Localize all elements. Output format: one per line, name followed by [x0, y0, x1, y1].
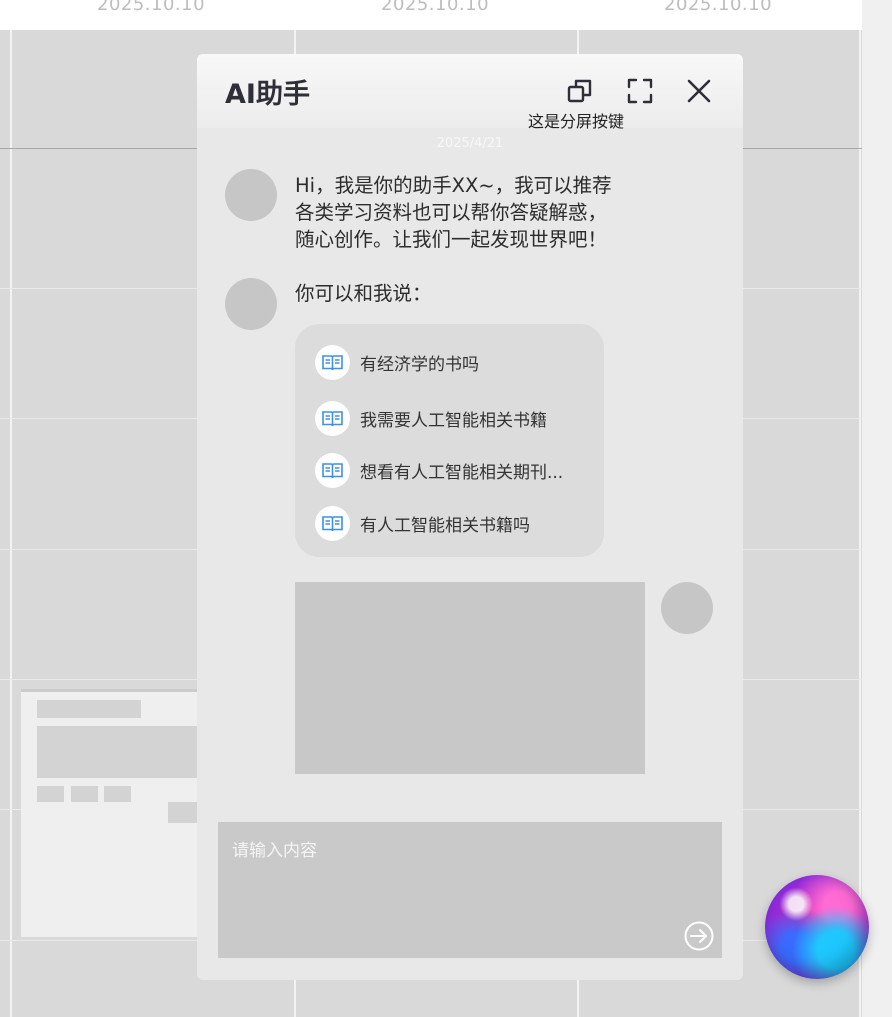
fullscreen-button[interactable]: [625, 76, 655, 106]
book-icon: [315, 344, 350, 380]
placeholder-chip: [104, 786, 131, 802]
background-header: 2025.10.10 2025.10.10 2025.10.10: [0, 0, 862, 30]
close-button[interactable]: [684, 76, 714, 106]
background-grid-line: [859, 30, 861, 1017]
placeholder-chip: [37, 786, 64, 802]
book-icon: [315, 400, 350, 436]
placeholder-bar: [37, 700, 141, 718]
placeholder-block: [37, 726, 201, 778]
placeholder-chip: [71, 786, 98, 802]
suggestion-item[interactable]: 有人工智能相关书籍吗: [315, 505, 530, 541]
background-grid-line: [10, 30, 12, 1017]
split-screen-tooltip: 这是分屏按键: [528, 112, 625, 131]
background-card: [21, 689, 201, 937]
assistant-avatar: [225, 278, 277, 330]
suggestion-item[interactable]: 有经济学的书吗: [315, 344, 479, 380]
book-icon: [315, 505, 350, 541]
background-date: 2025.10.10: [97, 0, 206, 15]
greeting-line: 随心创作。让我们一起发现世界吧！: [295, 228, 608, 251]
send-arrow-icon: [684, 921, 714, 951]
panel-title: AI助手: [225, 79, 310, 110]
background-date: 2025.10.10: [664, 0, 773, 15]
suggestion-label: 有经济学的书吗: [360, 354, 479, 375]
greeting-line: Hi，我是你的助手XX~，我可以推荐: [295, 174, 612, 197]
background-scroll-strip: [862, 0, 892, 1017]
suggestion-label: 我需要人工智能相关书籍: [360, 410, 547, 431]
background-date: 2025.10.10: [381, 0, 490, 15]
prompt-intro: 你可以和我说：: [295, 282, 432, 305]
split-screen-icon: [567, 79, 592, 103]
assistant-avatar: [225, 169, 277, 221]
chat-input[interactable]: [218, 822, 722, 958]
suggestion-label: 有人工智能相关书籍吗: [360, 515, 530, 536]
close-icon: [687, 79, 711, 103]
user-avatar: [661, 582, 713, 634]
fullscreen-icon: [627, 78, 653, 104]
ai-assistant-panel: AI助手 这是分屏按键 2025/4/21 Hi，我是你的助手XX~，我可以推荐…: [197, 54, 743, 980]
suggestion-item[interactable]: 我需要人工智能相关书籍: [315, 400, 547, 436]
send-button[interactable]: [683, 920, 715, 952]
suggestion-list: 有经济学的书吗 我需要人工智能相关书籍 想看有人工智能相关期刊... 有人工智能…: [295, 324, 604, 557]
book-icon: [315, 452, 350, 488]
ai-orb-icon[interactable]: [765, 875, 869, 979]
greeting-line: 各类学习资料也可以帮你答疑解惑，: [295, 201, 608, 224]
split-screen-button[interactable]: [565, 76, 595, 106]
suggestion-item[interactable]: 想看有人工智能相关期刊...: [315, 452, 563, 488]
suggestion-label: 想看有人工智能相关期刊...: [360, 462, 564, 483]
user-message-bubble: [295, 582, 645, 774]
message-date: 2025/4/21: [436, 136, 504, 151]
